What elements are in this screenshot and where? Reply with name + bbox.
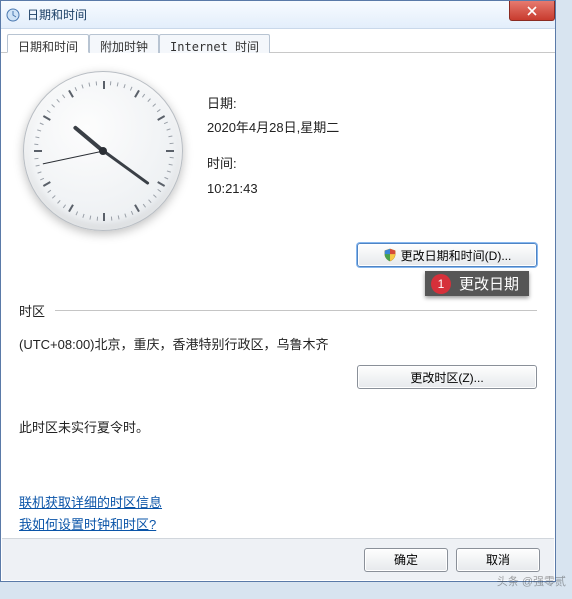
change-datetime-label: 更改日期和时间(D)... (401, 247, 512, 264)
annotation-number: 1 (431, 274, 451, 294)
link-timezone-details[interactable]: 联机获取详细的时区信息 (19, 492, 537, 514)
datetime-dialog: 日期和时间 日期和时间 附加时钟 Internet 时间 日期: 2020年4月… (0, 0, 556, 582)
annotation-tooltip: 1 更改日期 (425, 271, 529, 296)
window-title: 日期和时间 (27, 6, 87, 23)
dst-note: 此时区未实行夏令时。 (19, 417, 537, 436)
cancel-button[interactable]: 取消 (456, 548, 540, 572)
link-how-to-set[interactable]: 我如何设置时钟和时区? (19, 514, 537, 536)
tab-internet-time[interactable]: Internet 时间 (159, 34, 270, 53)
timezone-heading: 时区 (19, 301, 45, 320)
change-datetime-button[interactable]: 更改日期和时间(D)... (357, 243, 537, 267)
app-icon (5, 7, 21, 23)
dialog-footer: 确定 取消 (2, 538, 554, 580)
close-button[interactable] (509, 1, 555, 21)
ok-button[interactable]: 确定 (364, 548, 448, 572)
time-value: 10:21:43 (207, 180, 537, 198)
change-timezone-label: 更改时区(Z)... (410, 369, 483, 386)
divider (55, 310, 537, 311)
annotation-text: 更改日期 (459, 273, 519, 294)
tab-strip: 日期和时间 附加时钟 Internet 时间 (1, 29, 555, 53)
change-timezone-button[interactable]: 更改时区(Z)... (357, 365, 537, 389)
date-label: 日期: (207, 95, 537, 113)
date-value: 2020年4月28日,星期二 (207, 119, 537, 137)
tab-content: 日期: 2020年4月28日,星期二 时间: 10:21:43 更改日期和时间(… (1, 53, 555, 546)
tab-datetime[interactable]: 日期和时间 (7, 34, 89, 53)
tab-additional-clocks[interactable]: 附加时钟 (89, 34, 159, 53)
timezone-value: (UTC+08:00)北京，重庆，香港特别行政区，乌鲁木齐 (19, 334, 537, 353)
shield-icon (383, 248, 397, 262)
time-label: 时间: (207, 155, 537, 173)
watermark: 头条 @强零贰 (497, 573, 566, 589)
title-bar: 日期和时间 (1, 1, 555, 29)
analog-clock (19, 67, 189, 237)
